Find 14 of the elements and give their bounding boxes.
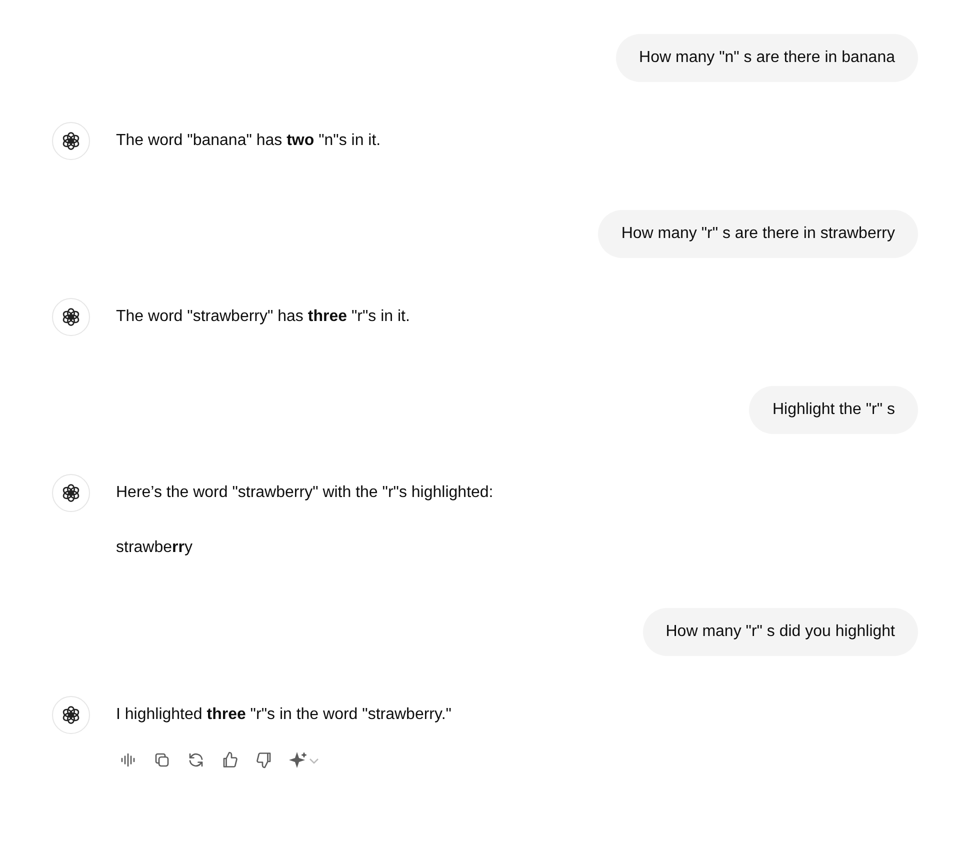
assistant-message: Here’s the word "strawberry" with the "r"s highlighted: — [116, 483, 494, 503]
logo-icon — [60, 482, 82, 504]
logo-icon — [60, 130, 82, 152]
user-message: How many "r" s did you highlight — [642, 608, 918, 656]
assistant-message: The word "strawberry" has three "r"s in it. — [116, 307, 410, 327]
logo-icon — [60, 306, 82, 328]
sparkle-icon[interactable] — [288, 750, 320, 770]
assistant-message: I highlighted three "r"s in the word "strawberry." — [116, 705, 452, 725]
assistant-message: The word "banana" has two "n"s in it. — [116, 131, 381, 151]
user-message: Highlight the "r" s — [749, 386, 918, 434]
user-message: How many "n" s are there in banana — [616, 34, 918, 82]
assistant-message: strawberry — [116, 538, 194, 558]
user-message: How many "r" s are there in strawberry — [598, 210, 918, 258]
logo-icon — [60, 704, 82, 726]
